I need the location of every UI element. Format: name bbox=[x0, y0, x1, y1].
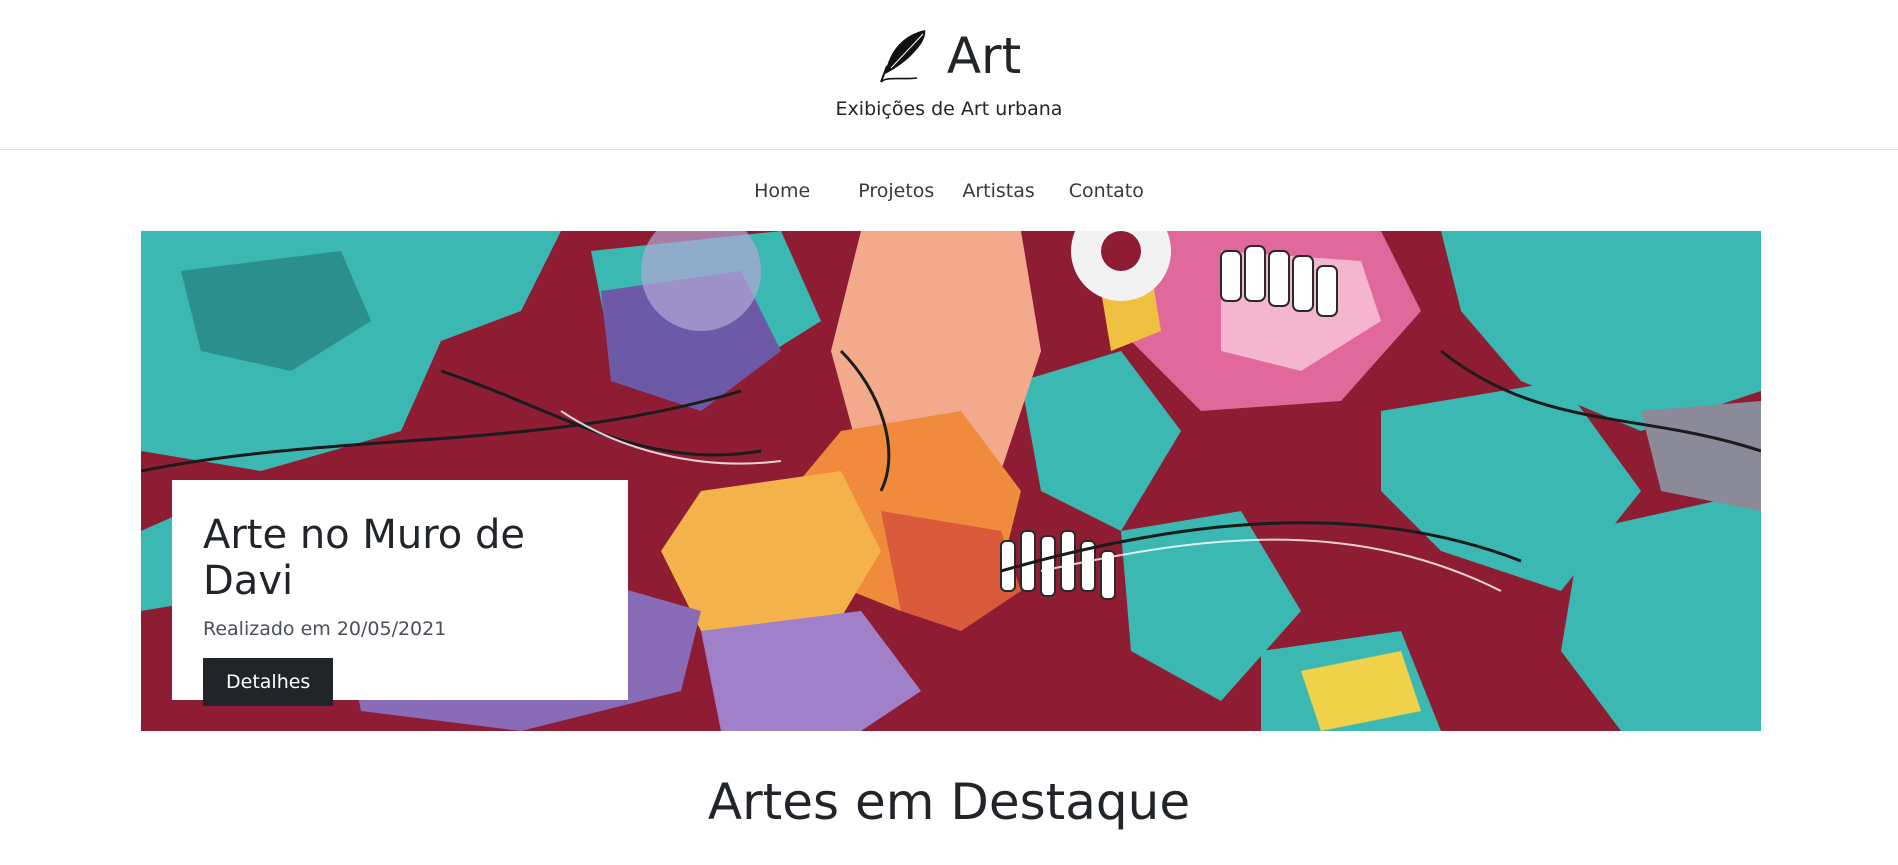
nav-artistas[interactable]: Artistas bbox=[948, 176, 1048, 206]
hero-card: Arte no Muro de Davi Realizado em 20/05/… bbox=[172, 480, 628, 706]
site-subtitle: Exibições de Art urbana bbox=[835, 98, 1063, 120]
site-header: Art Exibições de Art urbana bbox=[0, 0, 1898, 150]
hero-card-title: Arte no Muro de Davi bbox=[203, 512, 525, 604]
details-button[interactable]: Detalhes bbox=[203, 658, 334, 706]
section-title: Artes em Destaque bbox=[707, 773, 1191, 831]
nav-home[interactable]: Home bbox=[740, 176, 824, 206]
main-nav: Home Projetos Artistas Contato bbox=[0, 176, 1898, 206]
brand[interactable]: Art bbox=[0, 26, 1898, 86]
nav-contato[interactable]: Contato bbox=[1055, 176, 1158, 206]
feather-icon bbox=[877, 28, 929, 84]
site-title: Art bbox=[946, 27, 1022, 85]
hero-card-date: Realizado em 20/05/2021 bbox=[203, 618, 447, 640]
nav-projetos[interactable]: Projetos bbox=[844, 176, 948, 206]
